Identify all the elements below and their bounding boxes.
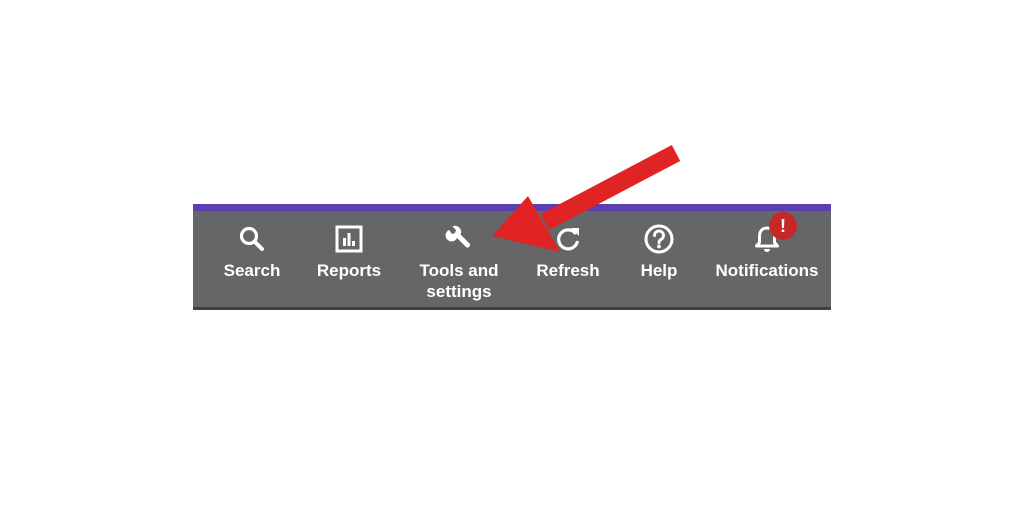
- reports-label: Reports: [316, 261, 382, 280]
- notifications-button[interactable]: ! Notifications: [707, 211, 827, 307]
- tools-and-settings-label: Tools and settings: [419, 261, 499, 301]
- wrench-icon: [443, 223, 475, 255]
- help-label: Help: [640, 261, 678, 280]
- help-icon: [643, 223, 675, 255]
- search-button[interactable]: Search: [213, 211, 291, 307]
- notifications-label: Notifications: [715, 261, 819, 280]
- search-label: Search: [223, 261, 281, 280]
- refresh-label: Refresh: [536, 261, 600, 280]
- help-button[interactable]: Help: [627, 211, 691, 307]
- reports-icon: [333, 223, 365, 255]
- top-toolbar: Search Reports Tools and settings Refres…: [193, 204, 831, 310]
- notification-badge: !: [769, 212, 797, 240]
- tools-and-settings-button[interactable]: Tools and settings: [407, 211, 511, 307]
- refresh-button[interactable]: Refresh: [529, 211, 607, 307]
- search-icon: [236, 223, 268, 255]
- page: Search Reports Tools and settings Refres…: [0, 0, 1024, 514]
- refresh-icon: [552, 223, 584, 255]
- reports-button[interactable]: Reports: [309, 211, 389, 307]
- bell-icon: !: [751, 212, 797, 255]
